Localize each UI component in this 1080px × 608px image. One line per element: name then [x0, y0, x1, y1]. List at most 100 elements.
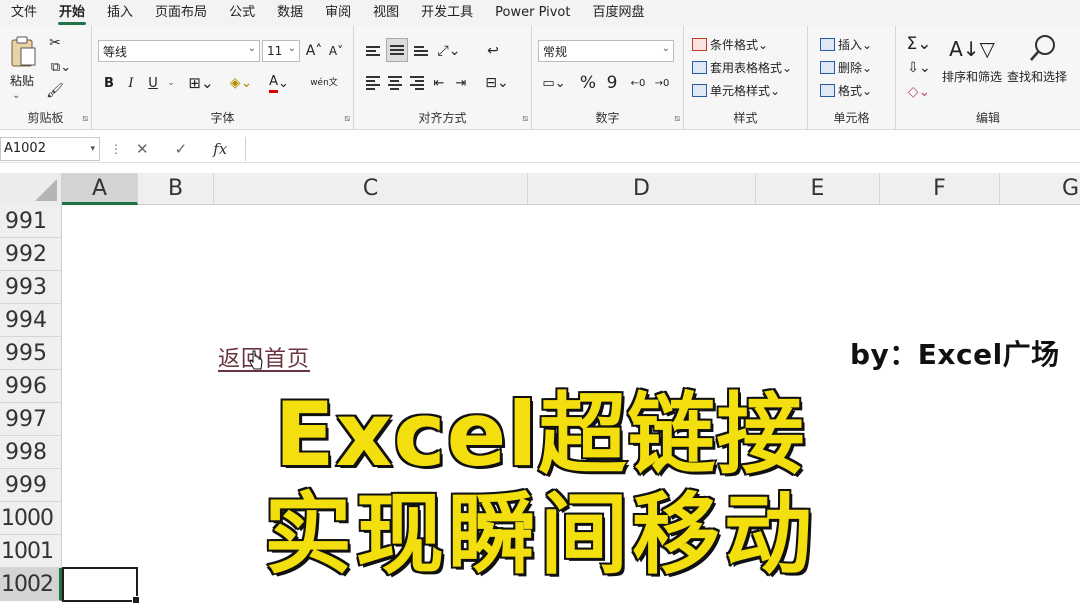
italic-button[interactable]: I [122, 72, 140, 94]
format-cells-button[interactable]: 格式 ⌄ [820, 82, 872, 99]
menu-bar: 文件 开始 插入 页面布局 公式 数据 审阅 视图 开发工具 Power Pivot 百度网盘 [0, 0, 1080, 26]
row-header[interactable]: 992 [0, 238, 62, 271]
autosum-icon[interactable]: Σ⌄ [902, 34, 936, 54]
menu-tab[interactable]: 审阅 [314, 0, 362, 26]
wrap-text-icon[interactable]: ↩ [482, 40, 504, 62]
number-format-value: 常规 [543, 44, 568, 59]
decrease-decimal-icon[interactable]: →0 [652, 72, 672, 94]
find-select-icon[interactable] [1026, 32, 1060, 64]
menu-tab[interactable]: 页面布局 [144, 0, 218, 26]
fill-color-icon[interactable]: ◈⌄ [226, 72, 256, 94]
font-size-select[interactable]: 11 ⌄ [262, 40, 300, 62]
row-header[interactable]: 995 [0, 337, 62, 370]
font-launcher-icon[interactable]: ⧅ [344, 114, 350, 124]
table-icon [692, 61, 707, 74]
phonetic-icon[interactable]: wén文 [304, 70, 344, 96]
border-icon[interactable]: ⊞⌄ [186, 72, 216, 94]
chevron-down-icon[interactable]: ⌄ [164, 72, 178, 94]
currency-icon[interactable]: ▭⌄ [538, 72, 570, 94]
group-label-font: 字体 [210, 111, 235, 125]
column-header-f[interactable]: F [880, 173, 1000, 205]
underline-button[interactable]: U [144, 72, 162, 94]
row-header[interactable]: 991 [0, 205, 62, 238]
fill-icon[interactable]: ⇩⌄ [902, 58, 936, 78]
paste-icon[interactable] [6, 34, 40, 70]
group-label-alignment: 对齐方式 [418, 111, 467, 125]
paste-button[interactable]: 粘贴 [10, 72, 34, 89]
name-box[interactable]: A1002 ▾ [0, 137, 100, 161]
menu-tab[interactable]: 数据 [266, 0, 314, 26]
font-name-select[interactable]: 等线 ⌄ [98, 40, 260, 62]
find-select-button[interactable]: 查找和选择 [1007, 68, 1067, 85]
clipboard-launcher-icon[interactable]: ⧅ [82, 114, 88, 124]
alignment-launcher-icon[interactable]: ⧅ [522, 114, 528, 124]
menu-tab[interactable]: 百度网盘 [582, 0, 656, 26]
column-header-g[interactable]: G [1000, 173, 1080, 205]
insert-cells-button[interactable]: 插入 ⌄ [820, 36, 872, 53]
group-styles: 条件格式 ⌄ 套用表格格式 ⌄ 单元格样式 ⌄ 样式 [684, 26, 808, 130]
group-cells: 插入 ⌄ 删除 ⌄ 格式 ⌄ 单元格 [808, 26, 896, 130]
shrink-font-button[interactable]: A˅ [326, 40, 346, 62]
cell-styles-icon [692, 84, 707, 97]
grow-font-button[interactable]: A˄ [304, 40, 324, 62]
column-header-c[interactable]: C [214, 173, 528, 205]
delete-cells-button[interactable]: 删除 ⌄ [820, 59, 872, 76]
row-header[interactable]: 994 [0, 304, 62, 337]
format-as-table-button[interactable]: 套用表格格式 ⌄ [692, 59, 792, 76]
menu-tab[interactable]: 开始 [48, 0, 96, 26]
group-label-cells: 单元格 [833, 111, 870, 125]
orientation-icon[interactable]: ⤢⌄ [434, 40, 464, 62]
menu-tab[interactable]: 公式 [218, 0, 266, 26]
group-label-number: 数字 [595, 111, 620, 125]
align-bottom-icon[interactable] [412, 40, 430, 62]
conditional-format-label: 条件格式 [710, 38, 759, 52]
font-color-icon: A [269, 74, 278, 93]
align-top-icon[interactable] [364, 40, 382, 62]
enter-icon[interactable]: ✓ [175, 140, 188, 158]
cell-styles-button[interactable]: 单元格样式 ⌄ [692, 82, 780, 99]
comma-style-button[interactable]: 9 [602, 72, 622, 94]
column-header-b[interactable]: B [138, 173, 214, 205]
menu-tab[interactable]: 视图 [362, 0, 410, 26]
decrease-indent-icon[interactable]: ⇤ [430, 72, 448, 94]
formula-input[interactable] [245, 137, 1080, 161]
sort-filter-icon[interactable]: A↓▽ [949, 34, 995, 64]
column-header-d[interactable]: D [528, 173, 756, 205]
number-format-select[interactable]: 常规 ⌄ [538, 40, 674, 62]
select-all-corner[interactable] [0, 173, 62, 205]
format-cells-icon [820, 84, 835, 97]
increase-decimal-icon[interactable]: ←0 [628, 72, 648, 94]
chevron-down-icon: ⌄ [247, 43, 256, 54]
align-middle-icon[interactable] [386, 38, 408, 62]
align-left-icon[interactable] [364, 72, 382, 94]
font-color-button[interactable]: A ⌄ [264, 72, 294, 94]
align-center-icon[interactable] [386, 72, 404, 94]
align-right-icon[interactable] [408, 72, 426, 94]
menu-tab[interactable]: 开发工具 [410, 0, 484, 26]
merge-center-icon[interactable]: ⊟⌄ [482, 72, 512, 94]
clear-icon[interactable]: ◇⌄ [902, 82, 936, 102]
column-header-a[interactable]: A [62, 173, 138, 205]
author-byline: by：Excel广场 [850, 338, 1060, 371]
menu-tab[interactable]: Power Pivot [484, 0, 581, 26]
copy-icon[interactable]: ⧉⌄ [46, 58, 76, 76]
row-header[interactable]: 993 [0, 271, 62, 304]
insert-function-icon[interactable]: fx [213, 140, 227, 158]
sort-filter-button[interactable]: 排序和筛选 [942, 68, 1002, 85]
hyperlink-cell[interactable]: 返回首页 [218, 341, 310, 373]
group-clipboard: 粘贴 ⌄ ✂ ⧉⌄ 🖌 剪贴板 ⧅ [0, 26, 92, 130]
format-painter-icon[interactable]: 🖌 [46, 82, 64, 100]
number-launcher-icon[interactable]: ⧅ [674, 114, 680, 124]
menu-tab[interactable]: 文件 [0, 0, 48, 26]
menu-tab[interactable]: 插入 [96, 0, 144, 26]
increase-indent-icon[interactable]: ⇥ [452, 72, 470, 94]
percent-button[interactable]: % [578, 72, 598, 94]
delete-cells-label: 删除 [838, 61, 863, 75]
cancel-icon[interactable]: ✕ [136, 140, 149, 158]
cut-icon[interactable]: ✂ [46, 34, 64, 52]
column-header-e[interactable]: E [756, 173, 880, 205]
paste-dropdown-icon[interactable]: ⌄ [12, 90, 20, 101]
conditional-format-button[interactable]: 条件格式 ⌄ [692, 36, 768, 53]
delete-cells-icon [820, 61, 835, 74]
bold-button[interactable]: B [100, 72, 118, 94]
